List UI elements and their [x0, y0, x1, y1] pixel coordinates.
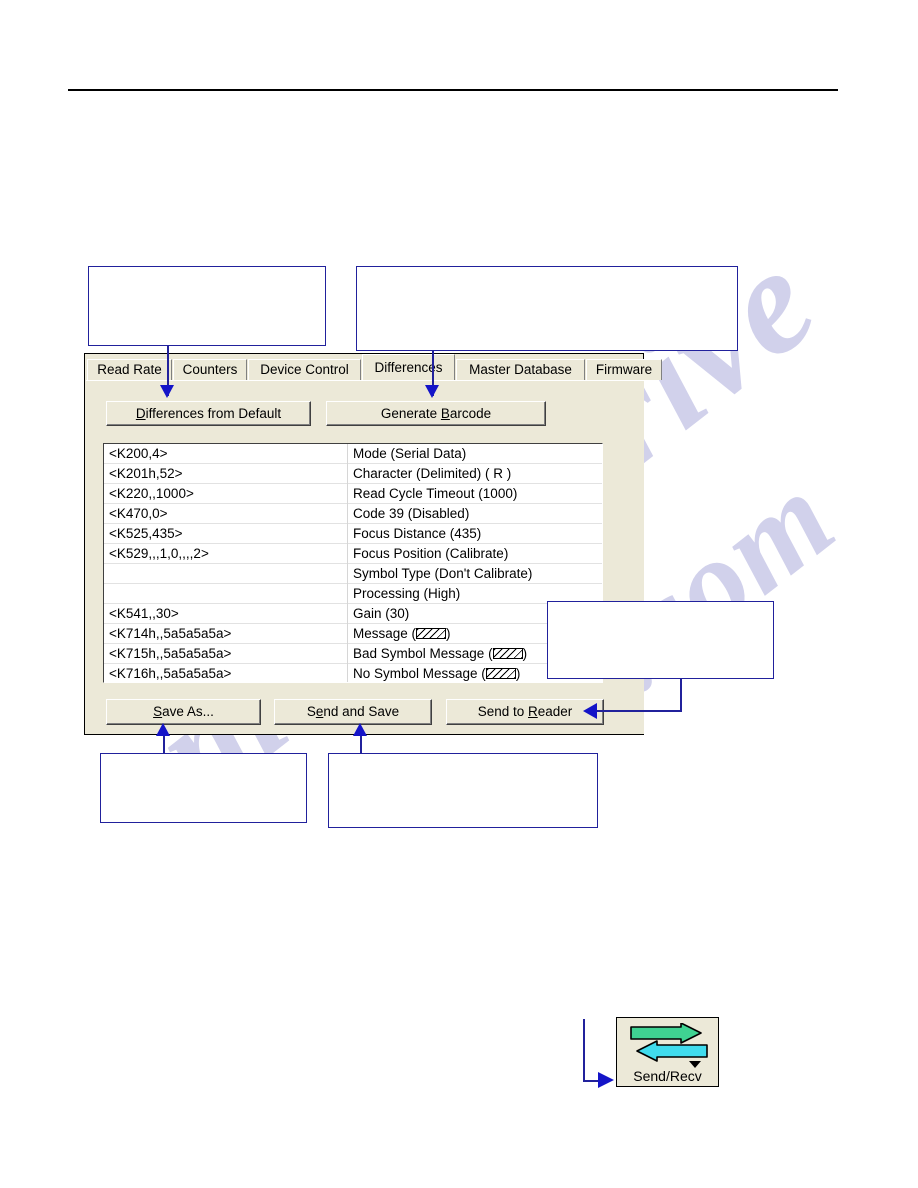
- table-row[interactable]: <K220,,1000> Read Cycle Timeout (1000): [104, 484, 602, 504]
- column-divider: [347, 644, 348, 664]
- leader-line-send-vertical: [680, 679, 682, 711]
- callout-box-save-as: [100, 753, 307, 823]
- row-command-cell: <K470,0>: [109, 506, 168, 521]
- hatched-placeholder-icon: [416, 628, 447, 639]
- tab-firmware[interactable]: Firmware: [586, 359, 662, 380]
- row-command-cell: <K220,,1000>: [109, 486, 194, 501]
- arrowhead-buttons: [425, 385, 439, 398]
- table-row[interactable]: <K529,,,1,0,,,,2> Focus Position (Calibra…: [104, 544, 602, 564]
- send-recv-arrows-icon: [630, 1023, 708, 1068]
- leader-line-save-as: [163, 736, 165, 754]
- send-recv-label: Send/Recv: [633, 1068, 702, 1084]
- table-row[interactable]: <K200,4> Mode (Serial Data): [104, 444, 602, 464]
- row-description-cell: Mode (Serial Data): [353, 446, 467, 461]
- generate-barcode-button[interactable]: Generate Barcode: [326, 401, 546, 426]
- page-header-rule: [68, 89, 838, 91]
- row-description-cell: Code 39 (Disabled): [353, 506, 470, 521]
- row-command-cell: <K529,,,1,0,,,,2>: [109, 546, 209, 561]
- row-command-cell: <K200,4>: [109, 446, 168, 461]
- table-row[interactable]: Symbol Type (Don't Calibrate): [104, 564, 602, 584]
- table-row[interactable]: <K714h,,5a5a5a5a> Message (): [104, 624, 602, 644]
- row-command-cell: <K714h,,5a5a5a5a>: [109, 626, 232, 641]
- tab-master-database[interactable]: Master Database: [456, 359, 585, 380]
- row-description-cell: Focus Distance (435): [353, 526, 482, 541]
- differences-list[interactable]: <K200,4> Mode (Serial Data) <K201h,52> Char…: [103, 443, 603, 683]
- send-to-reader-label: Send to Reader: [477, 704, 573, 719]
- row-description-cell: Character (Delimited) ( R ): [353, 466, 512, 481]
- tab-page-differences: Differences from Default Generate Barcod…: [86, 380, 644, 734]
- table-row[interactable]: <K716h,,5a5a5a5a> No Symbol Message (): [104, 664, 602, 682]
- tab-read-rate[interactable]: Read Rate: [87, 359, 172, 380]
- callout-box-buttons: [356, 266, 738, 351]
- leader-line-send-and-save: [360, 736, 362, 754]
- column-divider: [347, 504, 348, 524]
- table-row[interactable]: <K201h,52> Character (Delimited) ( R ): [104, 464, 602, 484]
- table-row[interactable]: <K715h,,5a5a5a5a> Bad Symbol Message (): [104, 644, 602, 664]
- table-row[interactable]: <K525,435> Focus Distance (435): [104, 524, 602, 544]
- leader-line-toolbar-vertical: [583, 1019, 585, 1081]
- arrowhead-toolbar: [598, 1072, 614, 1088]
- row-command-cell: <K715h,,5a5a5a5a>: [109, 646, 232, 661]
- send-and-save-button[interactable]: Send and Save: [274, 699, 432, 725]
- arrowhead-tabs: [160, 385, 174, 398]
- table-row[interactable]: <K541,,30> Gain (30): [104, 604, 602, 624]
- row-description-cell: Focus Position (Calibrate): [353, 546, 509, 561]
- arrowhead-send-and-save: [353, 723, 367, 736]
- row-command-cell: <K201h,52>: [109, 466, 183, 481]
- save-as-label: Save As...: [153, 704, 214, 719]
- hatched-placeholder-icon: [492, 648, 523, 659]
- arrowhead-send-to-reader: [583, 703, 597, 719]
- leader-line-send-horizontal: [596, 710, 682, 712]
- hatched-placeholder-icon: [485, 668, 516, 679]
- callout-box-send-and-save: [328, 753, 598, 828]
- column-divider: [347, 664, 348, 682]
- row-command-cell: <K525,435>: [109, 526, 183, 541]
- send-recv-toolbar-button[interactable]: Send/Recv: [616, 1017, 719, 1087]
- send-and-save-label: Send and Save: [306, 704, 400, 719]
- save-as-button[interactable]: Save As...: [106, 699, 261, 725]
- column-divider: [347, 444, 348, 464]
- column-divider: [347, 524, 348, 544]
- differences-from-default-label: Differences from Default: [135, 406, 282, 421]
- row-command-cell: <K541,,30>: [109, 606, 179, 621]
- arrowhead-save-as: [156, 723, 170, 736]
- send-to-reader-button[interactable]: Send to Reader: [446, 699, 604, 725]
- tab-counters[interactable]: Counters: [173, 359, 247, 380]
- differences-from-default-button[interactable]: Differences from Default: [106, 401, 311, 426]
- column-divider: [347, 544, 348, 564]
- row-description-cell: Symbol Type (Don't Calibrate): [353, 566, 533, 581]
- tab-strip: Read Rate Counters Device Control Differ…: [85, 354, 662, 380]
- column-divider: [347, 604, 348, 624]
- tab-device-control[interactable]: Device Control: [248, 359, 361, 380]
- table-row[interactable]: <K470,0> Code 39 (Disabled): [104, 504, 602, 524]
- column-divider: [347, 584, 348, 604]
- column-divider: [347, 564, 348, 584]
- callout-box-send-to-reader: [547, 601, 774, 679]
- tab-differences[interactable]: Differences: [362, 354, 455, 380]
- generate-barcode-label: Generate Barcode: [380, 406, 492, 421]
- callout-box-tabs: [88, 266, 326, 346]
- column-divider: [347, 484, 348, 504]
- row-description-cell: Read Cycle Timeout (1000): [353, 486, 518, 501]
- row-command-cell: <K716h,,5a5a5a5a>: [109, 666, 232, 681]
- chevron-down-icon: [689, 1061, 701, 1068]
- column-divider: [347, 464, 348, 484]
- column-divider: [347, 624, 348, 644]
- table-row[interactable]: Processing (High): [104, 584, 602, 604]
